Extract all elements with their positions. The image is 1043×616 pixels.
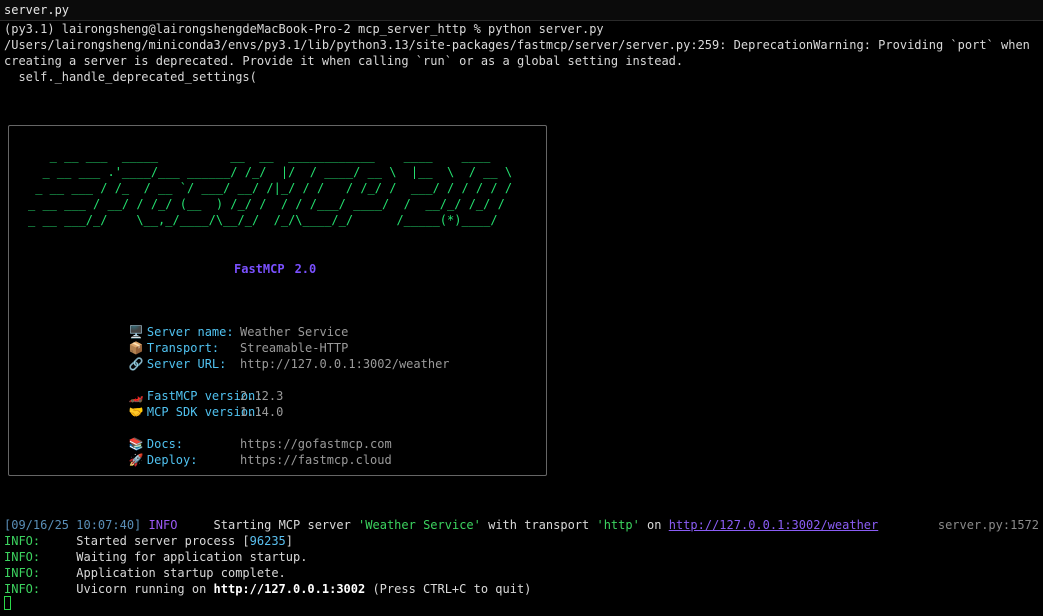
uvicorn-msg-end: (Press CTRL+C to quit) [365, 582, 532, 596]
info-value: http://127.0.0.1:3002/weather [240, 357, 450, 371]
info-deploy: 🚀 Deploy: https://fastmcp.cloud [100, 436, 392, 467]
uvicorn-msg-end: ] [285, 534, 293, 548]
fastmcp-ascii-logo: _ __ ___ _____ __ __ ____________ ____ _… [28, 149, 513, 227]
uvicorn-msg: Waiting for application startup. [40, 550, 308, 564]
info-docs: 📚 Docs: https://gofastmcp.com [100, 420, 392, 451]
uvicorn-line: INFO: Waiting for application startup. [4, 549, 307, 565]
command-line: (py3.1) lairongsheng@lairongshengdeMacBo… [4, 22, 604, 36]
brand-title: FastMCP 2.0 [234, 262, 316, 276]
handshake-icon: 🤝 [128, 405, 144, 419]
info-value: Weather Service [240, 325, 349, 339]
info-value: 1.14.0 [240, 405, 284, 419]
log-source-ref: server.py:1572 [937, 518, 1039, 532]
info-label: Deploy: [146, 453, 198, 467]
uvicorn-address: http://127.0.0.1:3002 [213, 582, 366, 596]
log-msg-start: Starting MCP server [213, 518, 359, 532]
uvicorn-line: INFO: Started server process [96235] [4, 533, 293, 549]
info-transport: 📦 Transport: Streamable-HTTP [100, 324, 348, 355]
log-msg-with: with transport [480, 518, 597, 532]
uvicorn-msg: Uvicorn running on [40, 582, 214, 596]
uvicorn-level: INFO: [4, 550, 41, 564]
brand-version: 2.0 [294, 262, 317, 276]
uvicorn-msg: Started server process [ [40, 534, 250, 548]
log-msg-on: on [639, 518, 669, 532]
uvicorn-level: INFO: [4, 534, 41, 548]
terminal-cursor[interactable] [4, 596, 11, 610]
uvicorn-msg: Application startup complete. [40, 566, 286, 580]
link-icon: 🔗 [128, 357, 144, 371]
warning-call: self._handle_deprecated_settings( [4, 70, 257, 84]
log-url-link[interactable]: http://127.0.0.1:3002/weather [669, 518, 879, 532]
log-transport: 'http' [596, 518, 640, 532]
terminal-window[interactable]: server.py (py3.1) lairongsheng@lairongsh… [0, 0, 1043, 616]
terminal-tab-bar: server.py [0, 0, 1043, 21]
info-fastmcp-version: 🏎️ FastMCP version: 2.12.3 [100, 372, 283, 403]
uvicorn-level: INFO: [4, 566, 41, 580]
info-label: Server URL: [146, 357, 227, 371]
log-line-start: [09/16/25 10:07:40] INFO Starting MCP se… [4, 517, 878, 533]
tab-title: server.py [4, 3, 70, 17]
log-level: INFO [148, 518, 178, 532]
info-value: https://fastmcp.cloud [240, 453, 392, 467]
info-value: https://gofastmcp.com [240, 437, 392, 451]
brand-name: FastMCP [234, 262, 285, 276]
uvicorn-pid: 96235 [249, 534, 286, 548]
deprecation-warning: /Users/lairongsheng/miniconda3/envs/py3.… [4, 38, 1038, 68]
log-server-name: 'Weather Service' [358, 518, 481, 532]
uvicorn-line: INFO: Application startup complete. [4, 565, 286, 581]
info-mcp-sdk-version: 🤝 MCP SDK version: 1.14.0 [100, 388, 283, 419]
rocket-icon: 🚀 [128, 453, 144, 467]
log-timestamp: [09/16/25 10:07:40] [4, 518, 142, 532]
uvicorn-running-line: INFO: Uvicorn running on http://127.0.0.… [4, 581, 531, 597]
info-server-url: 🔗 Server URL: http://127.0.0.1:3002/weathe… [100, 340, 450, 371]
uvicorn-level: INFO: [4, 582, 41, 596]
info-value: Streamable-HTTP [240, 341, 349, 355]
info-server-name: 🖥️ Server name: Weather Service [100, 308, 348, 339]
